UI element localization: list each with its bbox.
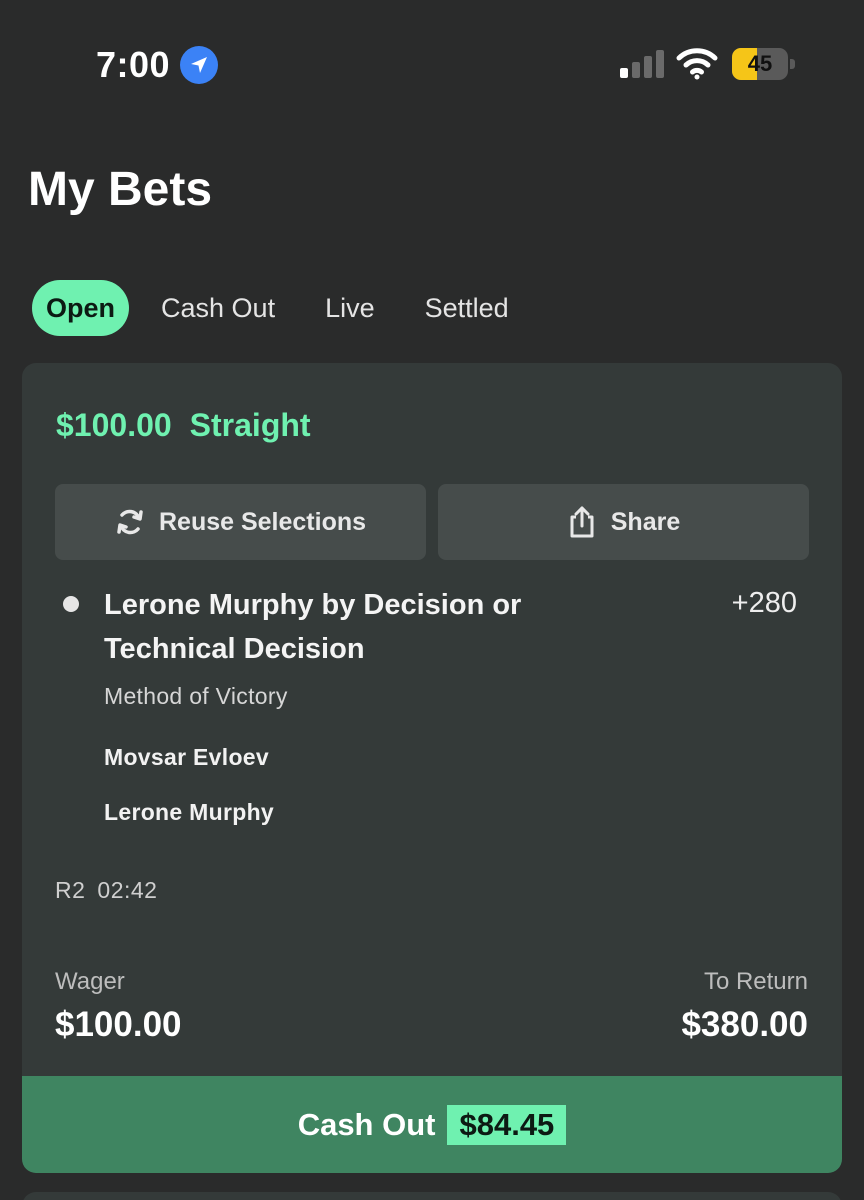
status-time: 7:00	[96, 44, 171, 85]
bet-header: $100.00 Straight	[56, 407, 311, 444]
wager-value: $100.00	[55, 1005, 182, 1044]
location-arrow-icon	[180, 46, 218, 84]
status-bar: 7:00 45	[0, 0, 864, 130]
cellular-signal-icon	[620, 50, 664, 78]
selection-status-dot	[63, 596, 79, 612]
fight-clock: R2 02:42	[55, 877, 157, 904]
bet-amount: $100.00	[56, 407, 172, 443]
selection-odds: +280	[731, 587, 797, 619]
to-return-label: To Return	[703, 968, 808, 995]
bet-tabs: Open Cash Out Live Settled	[32, 280, 541, 336]
wager-label: Wager	[55, 968, 125, 995]
fighter-1-name: Movsar Evloev	[104, 744, 269, 770]
wifi-icon	[676, 48, 718, 80]
fight-round: R2	[55, 877, 86, 903]
tab-open[interactable]: Open	[32, 280, 130, 336]
tab-live[interactable]: Live	[307, 280, 393, 336]
share-label: Share	[610, 507, 681, 536]
bet-card: $100.00 Straight Reuse Selections Share L…	[22, 363, 842, 1173]
selection-market: Method of Victory	[104, 683, 288, 709]
fight-time: 02:42	[97, 877, 158, 903]
selection-title: Lerone Murphy by Decision or Technical D…	[104, 589, 522, 665]
reuse-selections-button[interactable]: Reuse Selections	[55, 484, 426, 560]
bet-type: Straight	[189, 407, 311, 443]
refresh-icon	[115, 507, 145, 537]
to-return-value: $380.00	[681, 1005, 808, 1044]
reuse-selections-label: Reuse Selections	[158, 507, 367, 536]
next-bet-card	[22, 1192, 842, 1200]
cash-out-label: Cash Out	[297, 1106, 436, 1142]
tab-settled[interactable]: Settled	[407, 280, 527, 336]
share-icon	[567, 505, 597, 539]
fighter-2-name: Lerone Murphy	[104, 799, 275, 825]
cash-out-amount: $84.45	[447, 1104, 567, 1145]
cash-out-button[interactable]: Cash Out $84.45	[22, 1076, 842, 1173]
battery-level: 45	[747, 51, 773, 76]
battery-icon: 45	[732, 48, 796, 80]
tab-cash-out[interactable]: Cash Out	[143, 280, 293, 336]
share-button[interactable]: Share	[438, 484, 809, 560]
page-title: My Bets	[28, 163, 213, 216]
